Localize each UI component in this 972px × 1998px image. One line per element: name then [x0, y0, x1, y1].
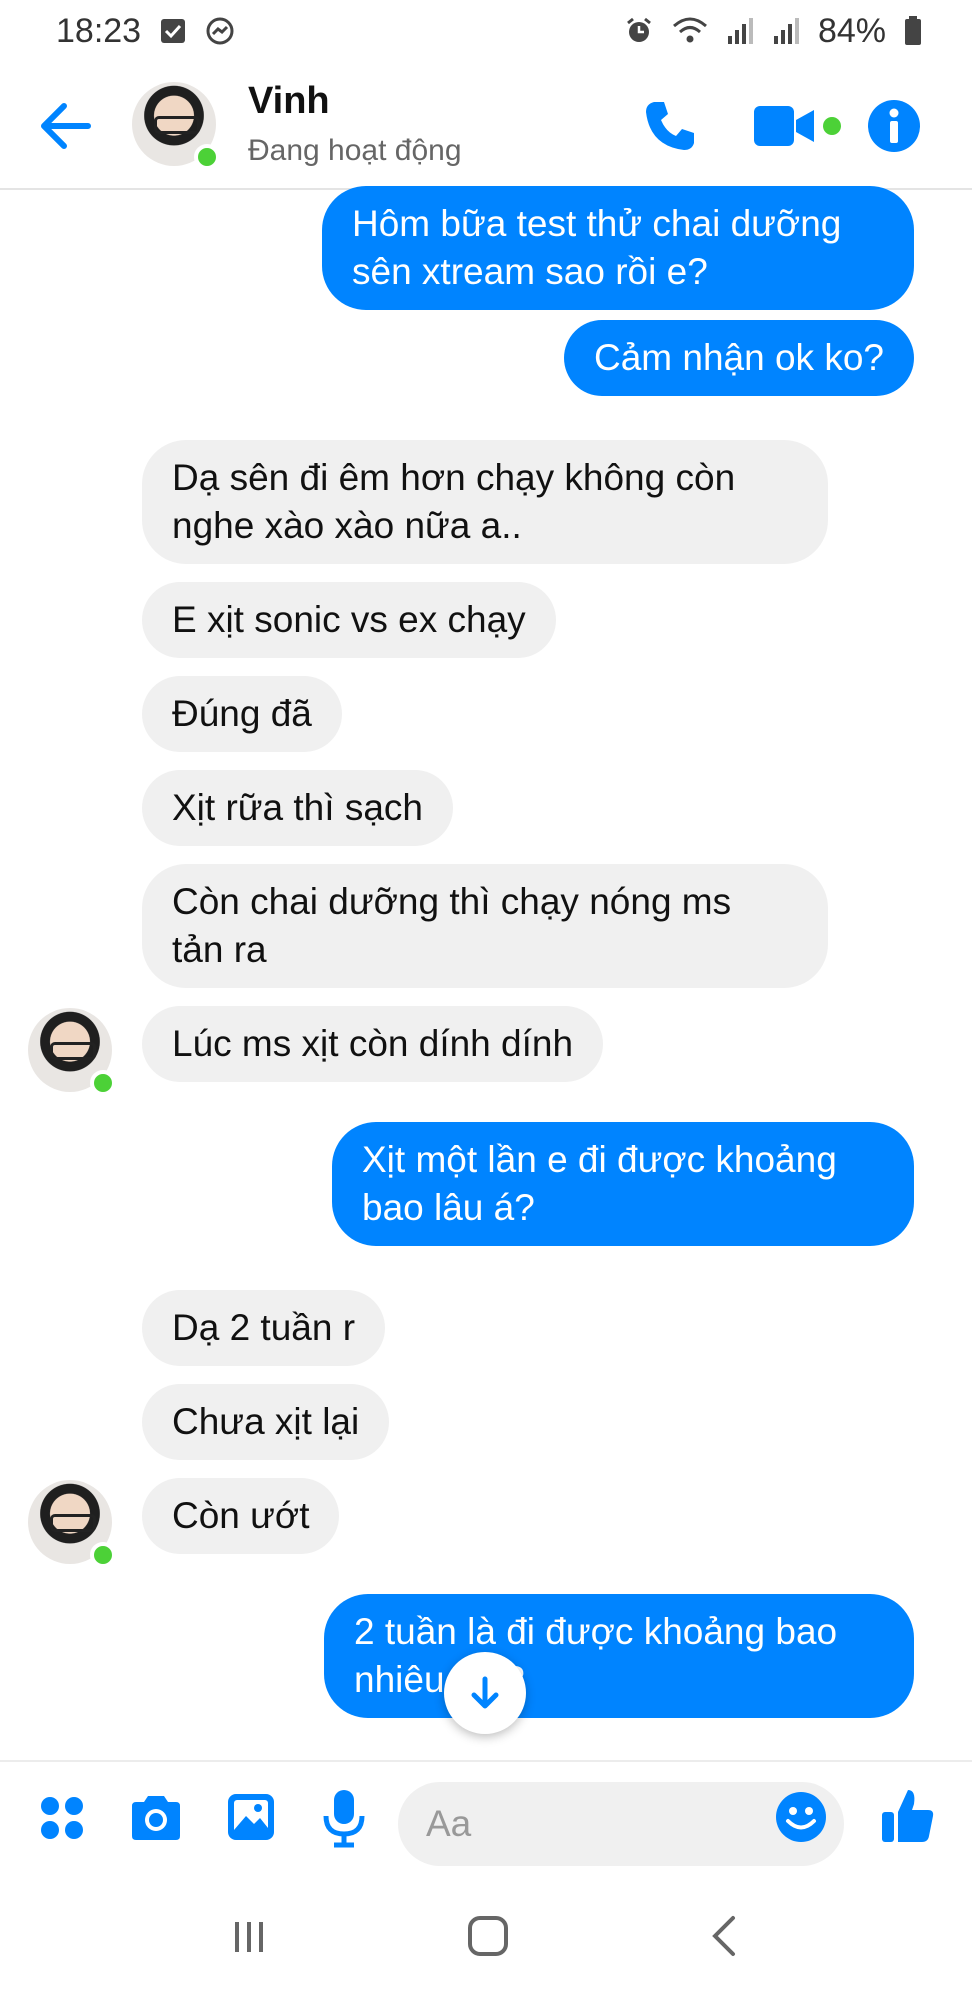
- message-incoming[interactable]: Dạ sên đi êm hơn chạy không còn nghe xào…: [142, 440, 828, 564]
- camera-icon: [132, 1796, 180, 1840]
- scroll-to-bottom-button[interactable]: [444, 1652, 526, 1734]
- microphone-icon: [323, 1790, 365, 1848]
- battery-percentage: 84%: [817, 11, 886, 50]
- message-incoming[interactable]: Lúc ms xịt còn dính dính: [142, 1006, 604, 1082]
- status-time: 18:23: [56, 11, 142, 50]
- back-chevron-icon: [712, 1915, 736, 1956]
- checkbox-notification-icon: [159, 17, 187, 45]
- back-arrow-icon: [41, 103, 91, 149]
- battery-icon: [904, 16, 922, 46]
- recent-apps-icon: [234, 1921, 263, 1952]
- message-incoming[interactable]: E xịt sonic vs ex chạy: [142, 582, 556, 658]
- emoji-button[interactable]: [774, 1790, 828, 1849]
- apps-grid-icon: [41, 1797, 83, 1839]
- message-outgoing[interactable]: Xịt một lần e đi được khoảng bao lâu á?: [332, 1122, 914, 1246]
- message-incoming[interactable]: Đúng đã: [142, 676, 342, 752]
- online-indicator: [90, 1070, 116, 1096]
- info-icon: [868, 100, 920, 152]
- video-camera-icon: [754, 106, 841, 146]
- message-outgoing[interactable]: Hôm bữa test thử chai dưỡng sên xtream s…: [322, 186, 914, 310]
- apps-button[interactable]: [38, 1794, 86, 1847]
- message-thread[interactable]: Hôm bữa test thử chai dưỡng sên xtream s…: [0, 186, 972, 1760]
- gallery-icon: [228, 1794, 274, 1840]
- voice-button[interactable]: [322, 1788, 366, 1853]
- message-incoming[interactable]: Còn chai dưỡng thì chạy nóng ms tản ra: [142, 864, 828, 988]
- camera-button[interactable]: [128, 1792, 184, 1849]
- thumbs-up-icon: [882, 1790, 934, 1842]
- signal-icon-2: [772, 16, 800, 46]
- message-outgoing[interactable]: 2 tuần là đi được khoảng bao nhiêu km?: [324, 1594, 914, 1718]
- like-button[interactable]: [880, 1786, 936, 1851]
- phone-icon: [646, 102, 694, 150]
- message-outgoing[interactable]: Cảm nhận ok ko?: [563, 320, 914, 396]
- system-navigation-bar: [0, 1878, 972, 1998]
- message-composer: [0, 1760, 972, 1878]
- messenger-notification-icon: [205, 16, 235, 46]
- gallery-button[interactable]: [226, 1792, 276, 1847]
- emoji-icon: [776, 1792, 826, 1842]
- arrow-down-icon: [471, 1676, 499, 1709]
- wifi-icon: [672, 16, 708, 46]
- presence-status: Đang hoạt động: [248, 134, 462, 167]
- home-icon: [467, 1915, 508, 1956]
- online-indicator: [194, 144, 220, 170]
- contact-avatar[interactable]: [132, 82, 220, 170]
- sender-avatar[interactable]: [28, 1008, 116, 1096]
- message-incoming[interactable]: Xịt rữa thì sạch: [142, 770, 453, 846]
- back-button[interactable]: [36, 96, 96, 156]
- status-bar: 18:23 84%: [0, 0, 972, 62]
- signal-icon-1: [726, 16, 754, 46]
- call-button[interactable]: [640, 96, 700, 161]
- recent-apps-button[interactable]: [229, 1916, 269, 1961]
- conversation-header: Vinh Đang hoạt động: [0, 62, 972, 190]
- alarm-icon: [624, 16, 654, 46]
- system-back-button[interactable]: [707, 1914, 743, 1963]
- message-incoming[interactable]: Chưa xịt lại: [142, 1384, 390, 1460]
- sender-avatar[interactable]: [28, 1480, 116, 1568]
- video-call-button[interactable]: [752, 100, 848, 157]
- home-button[interactable]: [466, 1914, 510, 1963]
- online-indicator: [90, 1542, 116, 1568]
- message-incoming[interactable]: Dạ 2 tuần r: [142, 1290, 386, 1366]
- info-button[interactable]: [866, 98, 922, 159]
- contact-name: Vinh: [248, 80, 330, 122]
- message-incoming[interactable]: Còn ướt: [142, 1478, 340, 1554]
